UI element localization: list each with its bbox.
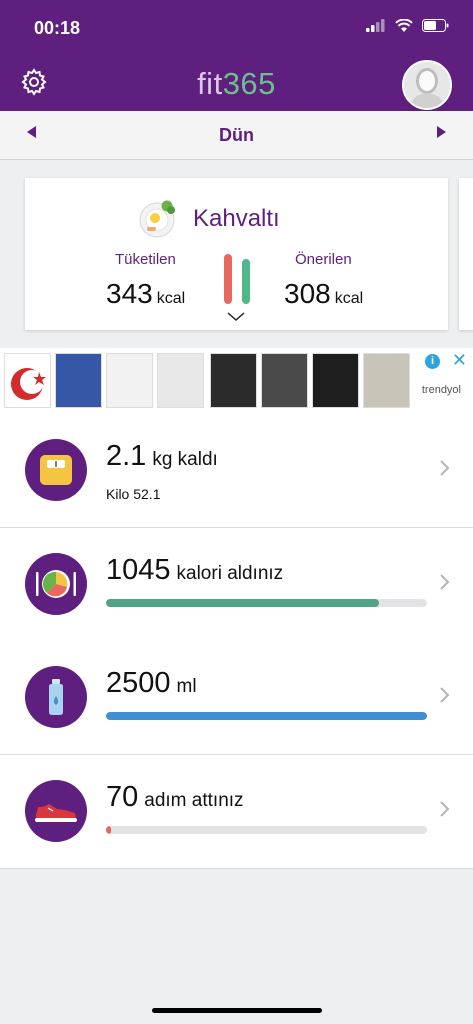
consumed-label: Tüketilen (115, 251, 176, 268)
water-value: 2500 (106, 667, 171, 699)
recommended-number: 308 (284, 278, 331, 309)
status-time: 00:18 (34, 18, 81, 38)
water-row[interactable]: 2500 ml (0, 641, 473, 755)
logo-365: 365 (222, 66, 276, 101)
sneaker-icon-circle (25, 780, 87, 842)
steps-row[interactable]: 70 adım attınız (0, 755, 473, 869)
weight-text: kg kaldı (152, 449, 218, 470)
meal-summary-card[interactable]: Kahvaltı Tüketilen 343 kcal Önerilen 308 k… (25, 178, 448, 330)
status-icons (366, 19, 449, 32)
steps-text: adım attınız (144, 790, 244, 811)
calories-row[interactable]: 1045 kalori aldınız (0, 528, 473, 642)
scale-icon (40, 455, 72, 485)
water-title: 2500 ml (106, 667, 197, 700)
ad-product-image[interactable] (363, 353, 410, 408)
ad-close-icon[interactable]: ✕ (452, 350, 467, 371)
chevron-right-icon (440, 574, 450, 590)
date-label: Dün (219, 125, 254, 145)
user-silhouette-icon (404, 62, 450, 108)
next-meal-card-peek[interactable] (459, 178, 473, 330)
recommended-label: Önerilen (295, 251, 352, 268)
scale-icon-circle (25, 439, 87, 501)
steps-progress-fill (106, 826, 111, 834)
date-navigator: Dün (0, 111, 473, 160)
consumed-bar (224, 254, 232, 304)
meal-name: Kahvaltı (193, 205, 280, 232)
cellular-signal-icon (366, 19, 385, 32)
water-progress-track (106, 712, 427, 720)
profile-avatar[interactable] (402, 60, 452, 110)
meal-plate-icon (36, 570, 76, 598)
ad-info-icon[interactable]: i (425, 354, 440, 369)
consumed-number: 343 (106, 278, 153, 309)
ad-product-image[interactable] (312, 353, 359, 408)
weight-value: 2.1 (106, 440, 147, 472)
water-bottle-icon-circle (25, 666, 87, 728)
current-weight: Kilo 52.1 (106, 486, 161, 502)
consumed-value: 343 kcal (106, 278, 185, 310)
status-bar: 00:18 (0, 0, 473, 56)
water-bottle-icon (49, 679, 63, 715)
consumed-unit: kcal (156, 290, 186, 307)
ad-product-image[interactable] (210, 353, 257, 408)
calories-progress-fill (106, 599, 379, 607)
ad-product-image[interactable] (261, 353, 308, 408)
meal-plate-icon-circle (25, 553, 87, 615)
recommended-value: 308 kcal (284, 278, 363, 310)
wifi-icon (395, 19, 413, 32)
chevron-right-icon (440, 687, 450, 703)
expand-chevron-icon[interactable] (227, 312, 245, 322)
breakfast-plate-icon (139, 200, 175, 238)
calories-progress-track (106, 599, 427, 607)
ad-banner[interactable]: i ✕ trendyol (0, 348, 473, 414)
ad-product-image[interactable] (106, 353, 153, 408)
ad-brand-label: trendyol (421, 384, 461, 396)
recommended-unit: kcal (334, 290, 364, 307)
next-day-arrow-icon[interactable] (437, 126, 446, 138)
calories-title: 1045 kalori aldınız (106, 554, 283, 587)
steps-title: 70 adım attınız (106, 781, 244, 814)
chevron-right-icon (440, 460, 450, 476)
logo-fit: fit (197, 66, 223, 101)
ad-product-image[interactable] (55, 353, 102, 408)
steps-progress-track (106, 826, 427, 834)
water-text: ml (176, 676, 197, 697)
steps-value: 70 (106, 781, 139, 813)
home-indicator[interactable] (152, 1008, 322, 1013)
ad-product-image[interactable] (4, 353, 51, 408)
weight-row[interactable]: 2.1 kg kaldı Kilo 52.1 (0, 414, 473, 528)
recommended-bar (242, 259, 250, 304)
calories-value: 1045 (106, 554, 171, 586)
sneaker-icon (35, 804, 77, 822)
calories-text: kalori aldınız (176, 563, 284, 584)
ad-product-image[interactable] (157, 353, 204, 408)
battery-icon (422, 19, 449, 32)
water-progress-fill (106, 712, 427, 720)
chevron-right-icon (440, 801, 450, 817)
weight-title: 2.1 kg kaldı (106, 440, 218, 473)
